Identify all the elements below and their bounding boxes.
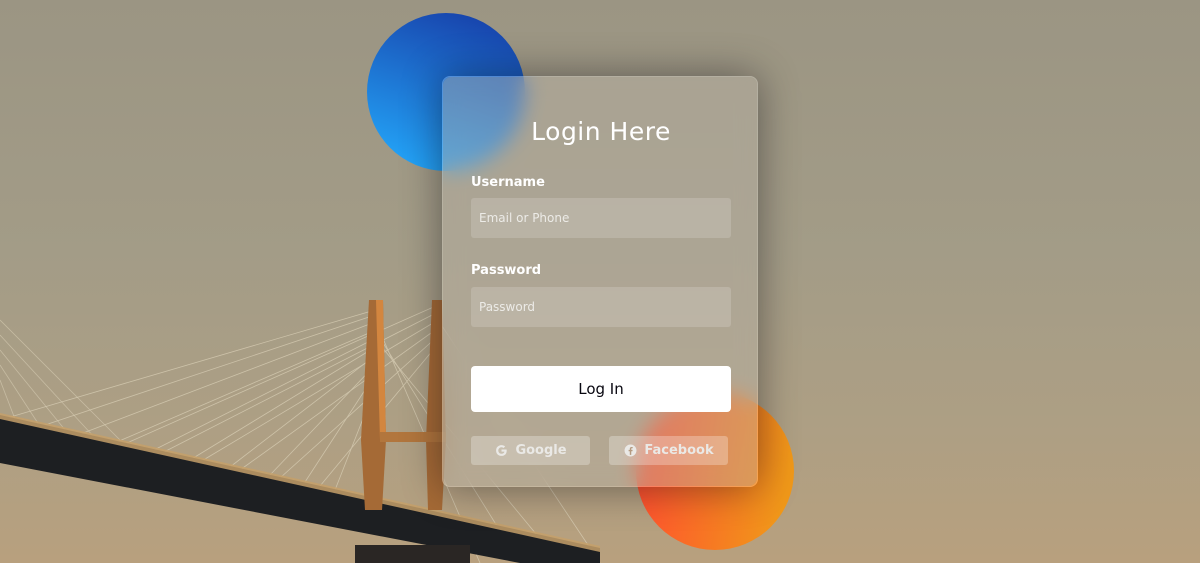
username-input[interactable] [471, 198, 731, 238]
google-label: Google [515, 443, 567, 458]
facebook-icon [623, 444, 637, 458]
login-title: Login Here [531, 117, 671, 146]
password-input[interactable] [471, 287, 731, 327]
username-label: Username [471, 175, 545, 190]
facebook-label: Facebook [644, 443, 714, 458]
google-icon [494, 444, 508, 458]
login-form-content: Login Here Username Password Log In Goog… [471, 77, 731, 486]
facebook-login-button[interactable]: Facebook [609, 436, 728, 465]
login-form: Login Here Username Password Log In Goog… [442, 76, 758, 487]
password-label: Password [471, 263, 542, 278]
google-login-button[interactable]: Google [471, 436, 590, 465]
login-page: Login Here Username Password Log In Goog… [0, 0, 1200, 563]
login-button[interactable]: Log In [471, 366, 731, 412]
